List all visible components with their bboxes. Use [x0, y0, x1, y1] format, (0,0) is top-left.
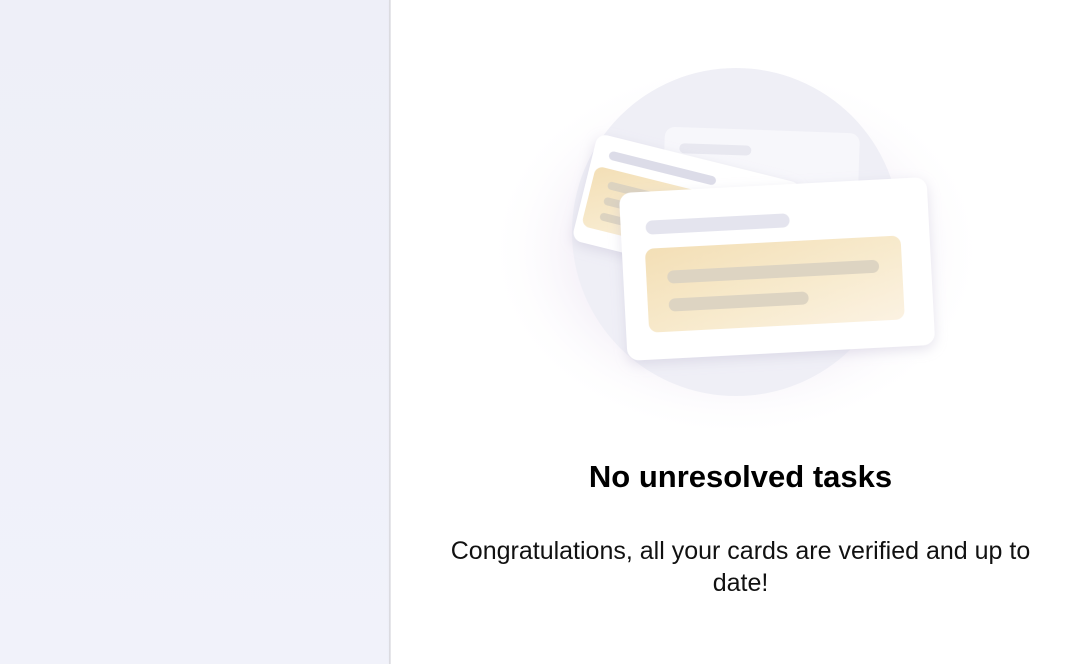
app-window: No unresolved tasks Congratulations, all… — [0, 0, 1090, 664]
stacked-cards-icon — [486, 60, 986, 440]
empty-state-title: No unresolved tasks — [588, 459, 893, 494]
empty-state-message: Congratulations, all your cards are veri… — [450, 537, 1031, 597]
sidebar-panel — [0, 0, 389, 664]
main-panel: No unresolved tasks Congratulations, all… — [391, 0, 1090, 664]
